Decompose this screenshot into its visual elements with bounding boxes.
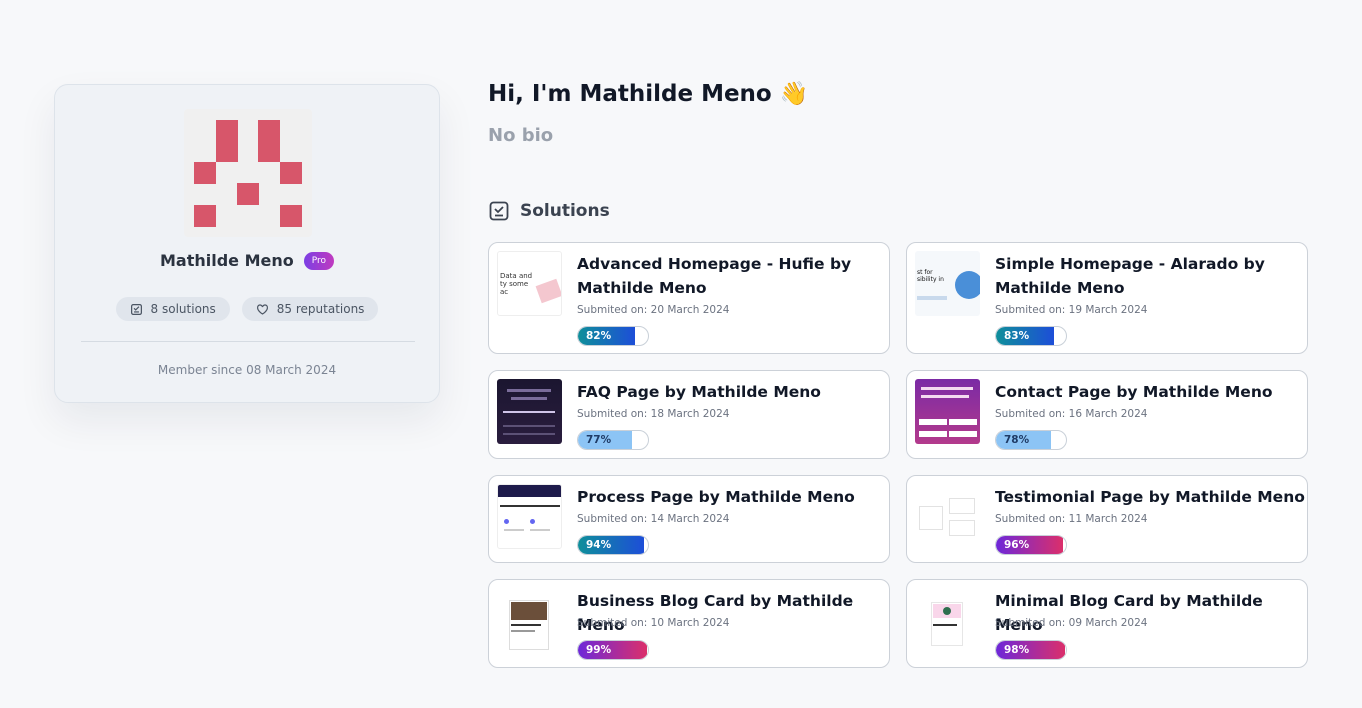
solution-title[interactable]: Advanced Homepage - Hufie by Mathilde Me… [577,252,889,300]
solution-date: Submited on: 18 March 2024 [577,408,730,420]
solution-thumbnail [497,379,562,444]
score-value: 98% [1004,644,1030,656]
solution-card[interactable]: Data and ty some ac Advanced Homepage - Hu… [488,242,890,354]
heart-icon [256,303,268,315]
score-badge: 96% [995,535,1067,555]
solution-title[interactable]: Process Page by Mathilde Meno [577,485,889,509]
pro-badge: Pro [303,251,335,270]
solution-date: Submited on: 19 March 2024 [995,304,1148,316]
solution-thumbnail [497,592,562,657]
solution-card[interactable]: Testimonial Page by Mathilde Meno Submit… [906,475,1308,563]
solution-title[interactable]: FAQ Page by Mathilde Meno [577,380,889,404]
solution-card[interactable]: Minimal Blog Card by Mathilde Meno Submi… [906,579,1308,668]
solution-thumbnail [915,379,980,444]
solution-thumbnail [497,484,562,549]
score-fill: 96% [996,536,1064,554]
solution-title[interactable]: Minimal Blog Card by Mathilde Meno [995,589,1307,637]
score-badge: 94% [577,535,649,555]
profile-name: Mathilde Meno [159,251,294,270]
score-fill: 78% [996,431,1051,449]
solution-thumbnail: st for sibility in [915,251,980,316]
solutions-header: Solutions [488,200,610,222]
solution-card[interactable]: Business Blog Card by Mathilde Meno Subm… [488,579,890,668]
reputation-pill: 85 reputations [241,297,379,321]
score-value: 78% [1004,434,1030,446]
solution-title[interactable]: Business Blog Card by Mathilde Meno [577,589,889,637]
solutions-count: 8 solutions [150,302,216,316]
page-title: Hi, I'm Mathilde Meno 👋 [488,81,809,107]
checklist-icon [489,201,509,221]
score-fill: 99% [578,641,648,659]
score-badge: 98% [995,640,1067,660]
avatar [184,109,312,237]
score-value: 96% [1004,539,1030,551]
solution-date: Submited on: 14 March 2024 [577,513,730,525]
score-value: 99% [586,644,612,656]
checklist-icon [130,303,142,315]
score-fill: 82% [578,327,636,345]
solution-title[interactable]: Simple Homepage - Alarado by Mathilde Me… [995,252,1307,300]
score-fill: 77% [578,431,632,449]
member-since: Member since 08 March 2024 [157,363,337,377]
score-badge: 78% [995,430,1067,450]
bio: No bio [488,125,554,146]
solution-title[interactable]: Contact Page by Mathilde Meno [995,380,1307,404]
divider [81,341,415,342]
score-badge: 83% [995,326,1067,346]
solution-date: Submited on: 09 March 2024 [995,617,1148,629]
section-title: Solutions [520,201,610,221]
solution-card[interactable]: st for sibility in Simple Homepage - Alar… [906,242,1308,354]
solutions-count-pill: 8 solutions [115,297,230,321]
score-badge: 77% [577,430,649,450]
solution-card[interactable]: Contact Page by Mathilde Meno Submited o… [906,370,1308,459]
solution-thumbnail: Data and ty some ac [497,251,562,316]
score-fill: 94% [578,536,644,554]
score-value: 94% [586,539,612,551]
solution-card[interactable]: FAQ Page by Mathilde Meno Submited on: 1… [488,370,890,459]
solution-title[interactable]: Testimonial Page by Mathilde Meno [995,485,1307,509]
score-fill: 98% [996,641,1065,659]
score-value: 77% [586,434,612,446]
score-badge: 82% [577,326,649,346]
solution-date: Submited on: 11 March 2024 [995,513,1148,525]
solution-date: Submited on: 10 March 2024 [577,617,730,629]
score-value: 82% [586,330,612,342]
score-fill: 83% [996,327,1055,345]
solution-thumbnail [915,484,980,549]
score-badge: 99% [577,640,649,660]
solution-date: Submited on: 20 March 2024 [577,304,730,316]
solution-card[interactable]: Process Page by Mathilde Meno Submited o… [488,475,890,563]
reputation-count: 85 reputations [276,302,365,316]
profile-card: Mathilde Meno Pro 8 solutions 85 reputat… [54,84,440,403]
solution-date: Submited on: 16 March 2024 [995,408,1148,420]
score-value: 83% [1004,330,1030,342]
solution-thumbnail [915,592,980,657]
